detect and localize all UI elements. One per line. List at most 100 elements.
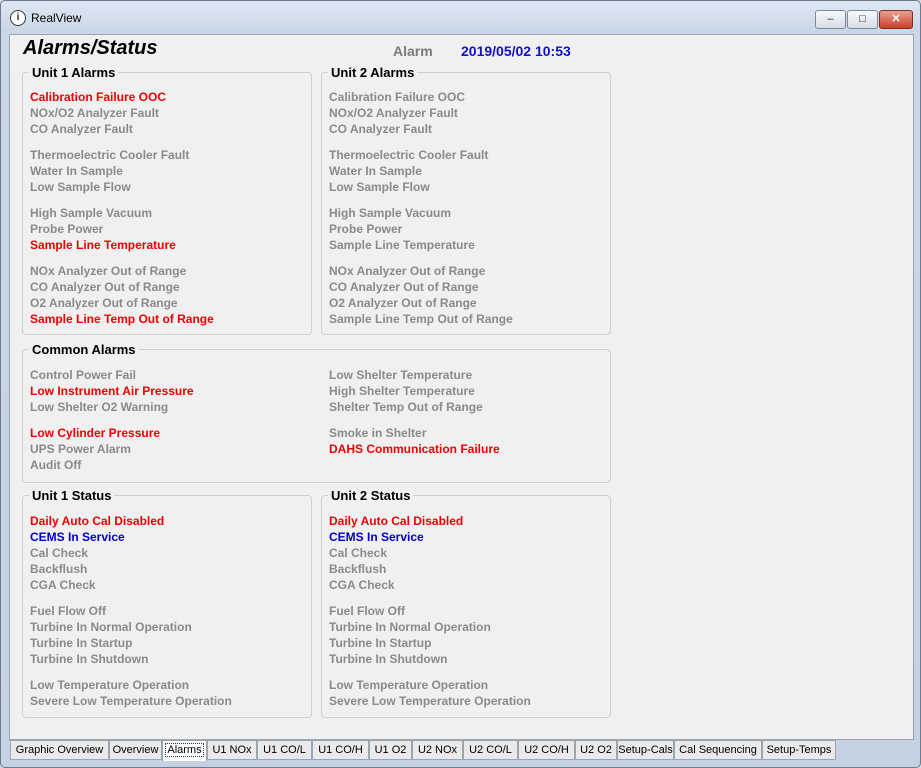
tab-label: Graphic Overview xyxy=(15,744,104,756)
tab-cal-sequencing[interactable]: Cal Sequencing xyxy=(674,740,762,760)
tab-setup-temps[interactable]: Setup-Temps xyxy=(762,740,836,760)
group-title: Unit 1 Status xyxy=(29,488,115,503)
tab-u2-o2[interactable]: U2 O2 xyxy=(575,740,617,760)
indicator-sample-line-temperature: Sample Line Temperature xyxy=(30,238,176,252)
indicator-cga-check: CGA Check xyxy=(30,578,96,592)
indicator-calibration-failure-ooc: Calibration Failure OOC xyxy=(30,90,167,104)
minimize-button[interactable]: – xyxy=(815,10,846,29)
tab-label: Setup-Cals xyxy=(618,744,673,756)
indicator-low-temperature-operation: Low Temperature Operation xyxy=(329,678,489,692)
indicator-audit-off: Audit Off xyxy=(30,458,82,472)
indicator-fuel-flow-off: Fuel Flow Off xyxy=(329,604,405,618)
group-title: Unit 2 Alarms xyxy=(328,65,418,80)
tab-label: U1 O2 xyxy=(374,744,407,756)
indicator-thermoelectric-cooler-fault: Thermoelectric Cooler Fault xyxy=(329,148,489,162)
indicator-high-sample-vacuum: High Sample Vacuum xyxy=(329,206,452,220)
indicator-daily-auto-cal-disabled: Daily Auto Cal Disabled xyxy=(329,514,464,528)
indicator-control-power-fail: Control Power Fail xyxy=(30,368,137,382)
realview-icon: i xyxy=(10,10,26,26)
tab-label: Setup-Temps xyxy=(766,744,832,756)
indicator-smoke-in-shelter: Smoke in Shelter xyxy=(329,426,427,440)
title-bar[interactable]: i RealView – □ ✕ xyxy=(1,1,920,35)
indicator-cems-in-service: CEMS In Service xyxy=(30,530,125,544)
indicator-high-shelter-temperature: High Shelter Temperature xyxy=(329,384,475,398)
mode-label: Alarm xyxy=(393,43,433,59)
window-title: RealView xyxy=(31,11,82,25)
tab-setup-cals[interactable]: Setup-Cals xyxy=(617,740,674,760)
tab-u2-co-l[interactable]: U2 CO/L xyxy=(463,740,518,760)
maximize-button[interactable]: □ xyxy=(847,10,878,29)
group-title: Unit 1 Alarms xyxy=(29,65,119,80)
indicator-water-in-sample: Water In Sample xyxy=(30,164,123,178)
indicator-severe-low-temperature-operation: Severe Low Temperature Operation xyxy=(329,694,531,708)
indicator-nox-o2-analyzer-fault: NOx/O2 Analyzer Fault xyxy=(30,106,159,120)
indicator-cems-in-service: CEMS In Service xyxy=(329,530,424,544)
indicator-co-analyzer-fault: CO Analyzer Fault xyxy=(329,122,432,136)
group-title: Unit 2 Status xyxy=(328,488,414,503)
client-area: Alarms/Status Alarm 2019/05/02 10:53 Uni… xyxy=(9,34,914,740)
indicator-ups-power-alarm: UPS Power Alarm xyxy=(30,442,131,456)
tab-overview[interactable]: Overview xyxy=(109,740,162,760)
indicator-co-analyzer-out-of-range: CO Analyzer Out of Range xyxy=(329,280,479,294)
tab-label: U1 CO/H xyxy=(318,744,363,756)
indicator-backflush: Backflush xyxy=(329,562,387,576)
indicator-turbine-in-shutdown: Turbine In Shutdown xyxy=(329,652,448,666)
indicator-o2-analyzer-out-of-range: O2 Analyzer Out of Range xyxy=(30,296,178,310)
tab-label: Overview xyxy=(112,744,159,756)
indicator-co-analyzer-fault: CO Analyzer Fault xyxy=(30,122,133,136)
indicator-nox-o2-analyzer-fault: NOx/O2 Analyzer Fault xyxy=(329,106,458,120)
tab-bar: Graphic Overview Overview Alarms U1 NOx U1 C… xyxy=(10,740,910,761)
indicator-probe-power: Probe Power xyxy=(30,222,104,236)
indicator-daily-auto-cal-disabled: Daily Auto Cal Disabled xyxy=(30,514,165,528)
tab-label: U2 O2 xyxy=(580,744,612,756)
indicator-low-sample-flow: Low Sample Flow xyxy=(30,180,131,194)
tab-label: U1 NOx xyxy=(212,744,252,756)
indicator-cal-check: Cal Check xyxy=(30,546,89,560)
close-button[interactable]: ✕ xyxy=(879,10,913,29)
indicator-turbine-in-startup: Turbine In Startup xyxy=(329,636,432,650)
tab-u2-co-h[interactable]: U2 CO/H xyxy=(518,740,575,760)
tab-u1-nox[interactable]: U1 NOx xyxy=(207,740,257,760)
indicator-cal-check: Cal Check xyxy=(329,546,388,560)
indicator-probe-power: Probe Power xyxy=(329,222,403,236)
tab-label: U2 NOx xyxy=(417,744,458,756)
tab-label: U2 CO/H xyxy=(524,744,569,756)
indicator-sample-line-temp-out-of-range: Sample Line Temp Out of Range xyxy=(30,312,214,326)
indicator-thermoelectric-cooler-fault: Thermoelectric Cooler Fault xyxy=(30,148,190,162)
realview-window: i RealView – □ ✕ Alarms/Status Alarm 201… xyxy=(0,0,921,768)
indicator-nox-analyzer-out-of-range: NOx Analyzer Out of Range xyxy=(329,264,486,278)
indicator-turbine-in-startup: Turbine In Startup xyxy=(30,636,133,650)
indicator-turbine-in-normal-operation: Turbine In Normal Operation xyxy=(329,620,491,634)
indicator-low-temperature-operation: Low Temperature Operation xyxy=(30,678,190,692)
indicator-cga-check: CGA Check xyxy=(329,578,395,592)
tab-label: Alarms xyxy=(165,743,204,757)
indicator-backflush: Backflush xyxy=(30,562,88,576)
tab-u2-nox[interactable]: U2 NOx xyxy=(412,740,463,760)
indicator-turbine-in-normal-operation: Turbine In Normal Operation xyxy=(30,620,192,634)
tab-graphic-overview[interactable]: Graphic Overview xyxy=(10,740,109,760)
indicator-high-sample-vacuum: High Sample Vacuum xyxy=(30,206,153,220)
indicator-calibration-failure-ooc: Calibration Failure OOC xyxy=(329,90,466,104)
indicator-water-in-sample: Water In Sample xyxy=(329,164,422,178)
tab-alarms[interactable]: Alarms xyxy=(162,740,207,761)
indicator-low-instrument-air-pressure: Low Instrument Air Pressure xyxy=(30,384,194,398)
indicator-co-analyzer-out-of-range: CO Analyzer Out of Range xyxy=(30,280,180,294)
page-title: Alarms/Status xyxy=(23,37,158,59)
indicator-shelter-temp-out-of-range: Shelter Temp Out of Range xyxy=(329,400,483,414)
indicator-dahs-communication-failure: DAHS Communication Failure xyxy=(329,442,500,456)
indicator-fuel-flow-off: Fuel Flow Off xyxy=(30,604,106,618)
tab-label: Cal Sequencing xyxy=(679,744,757,756)
indicator-low-cylinder-pressure: Low Cylinder Pressure xyxy=(30,426,161,440)
indicator-sample-line-temp-out-of-range: Sample Line Temp Out of Range xyxy=(329,312,513,326)
tab-label: U1 CO/L xyxy=(263,744,306,756)
indicator-sample-line-temperature: Sample Line Temperature xyxy=(329,238,475,252)
tab-u1-co-h[interactable]: U1 CO/H xyxy=(312,740,369,760)
group-title: Common Alarms xyxy=(29,342,139,357)
tab-u1-co-l[interactable]: U1 CO/L xyxy=(257,740,312,760)
indicator-low-shelter-temperature: Low Shelter Temperature xyxy=(329,368,473,382)
indicator-low-shelter-o2-warning: Low Shelter O2 Warning xyxy=(30,400,169,414)
indicator-turbine-in-shutdown: Turbine In Shutdown xyxy=(30,652,149,666)
tab-u1-o2[interactable]: U1 O2 xyxy=(369,740,412,760)
indicator-low-sample-flow: Low Sample Flow xyxy=(329,180,430,194)
indicator-severe-low-temperature-operation: Severe Low Temperature Operation xyxy=(30,694,232,708)
